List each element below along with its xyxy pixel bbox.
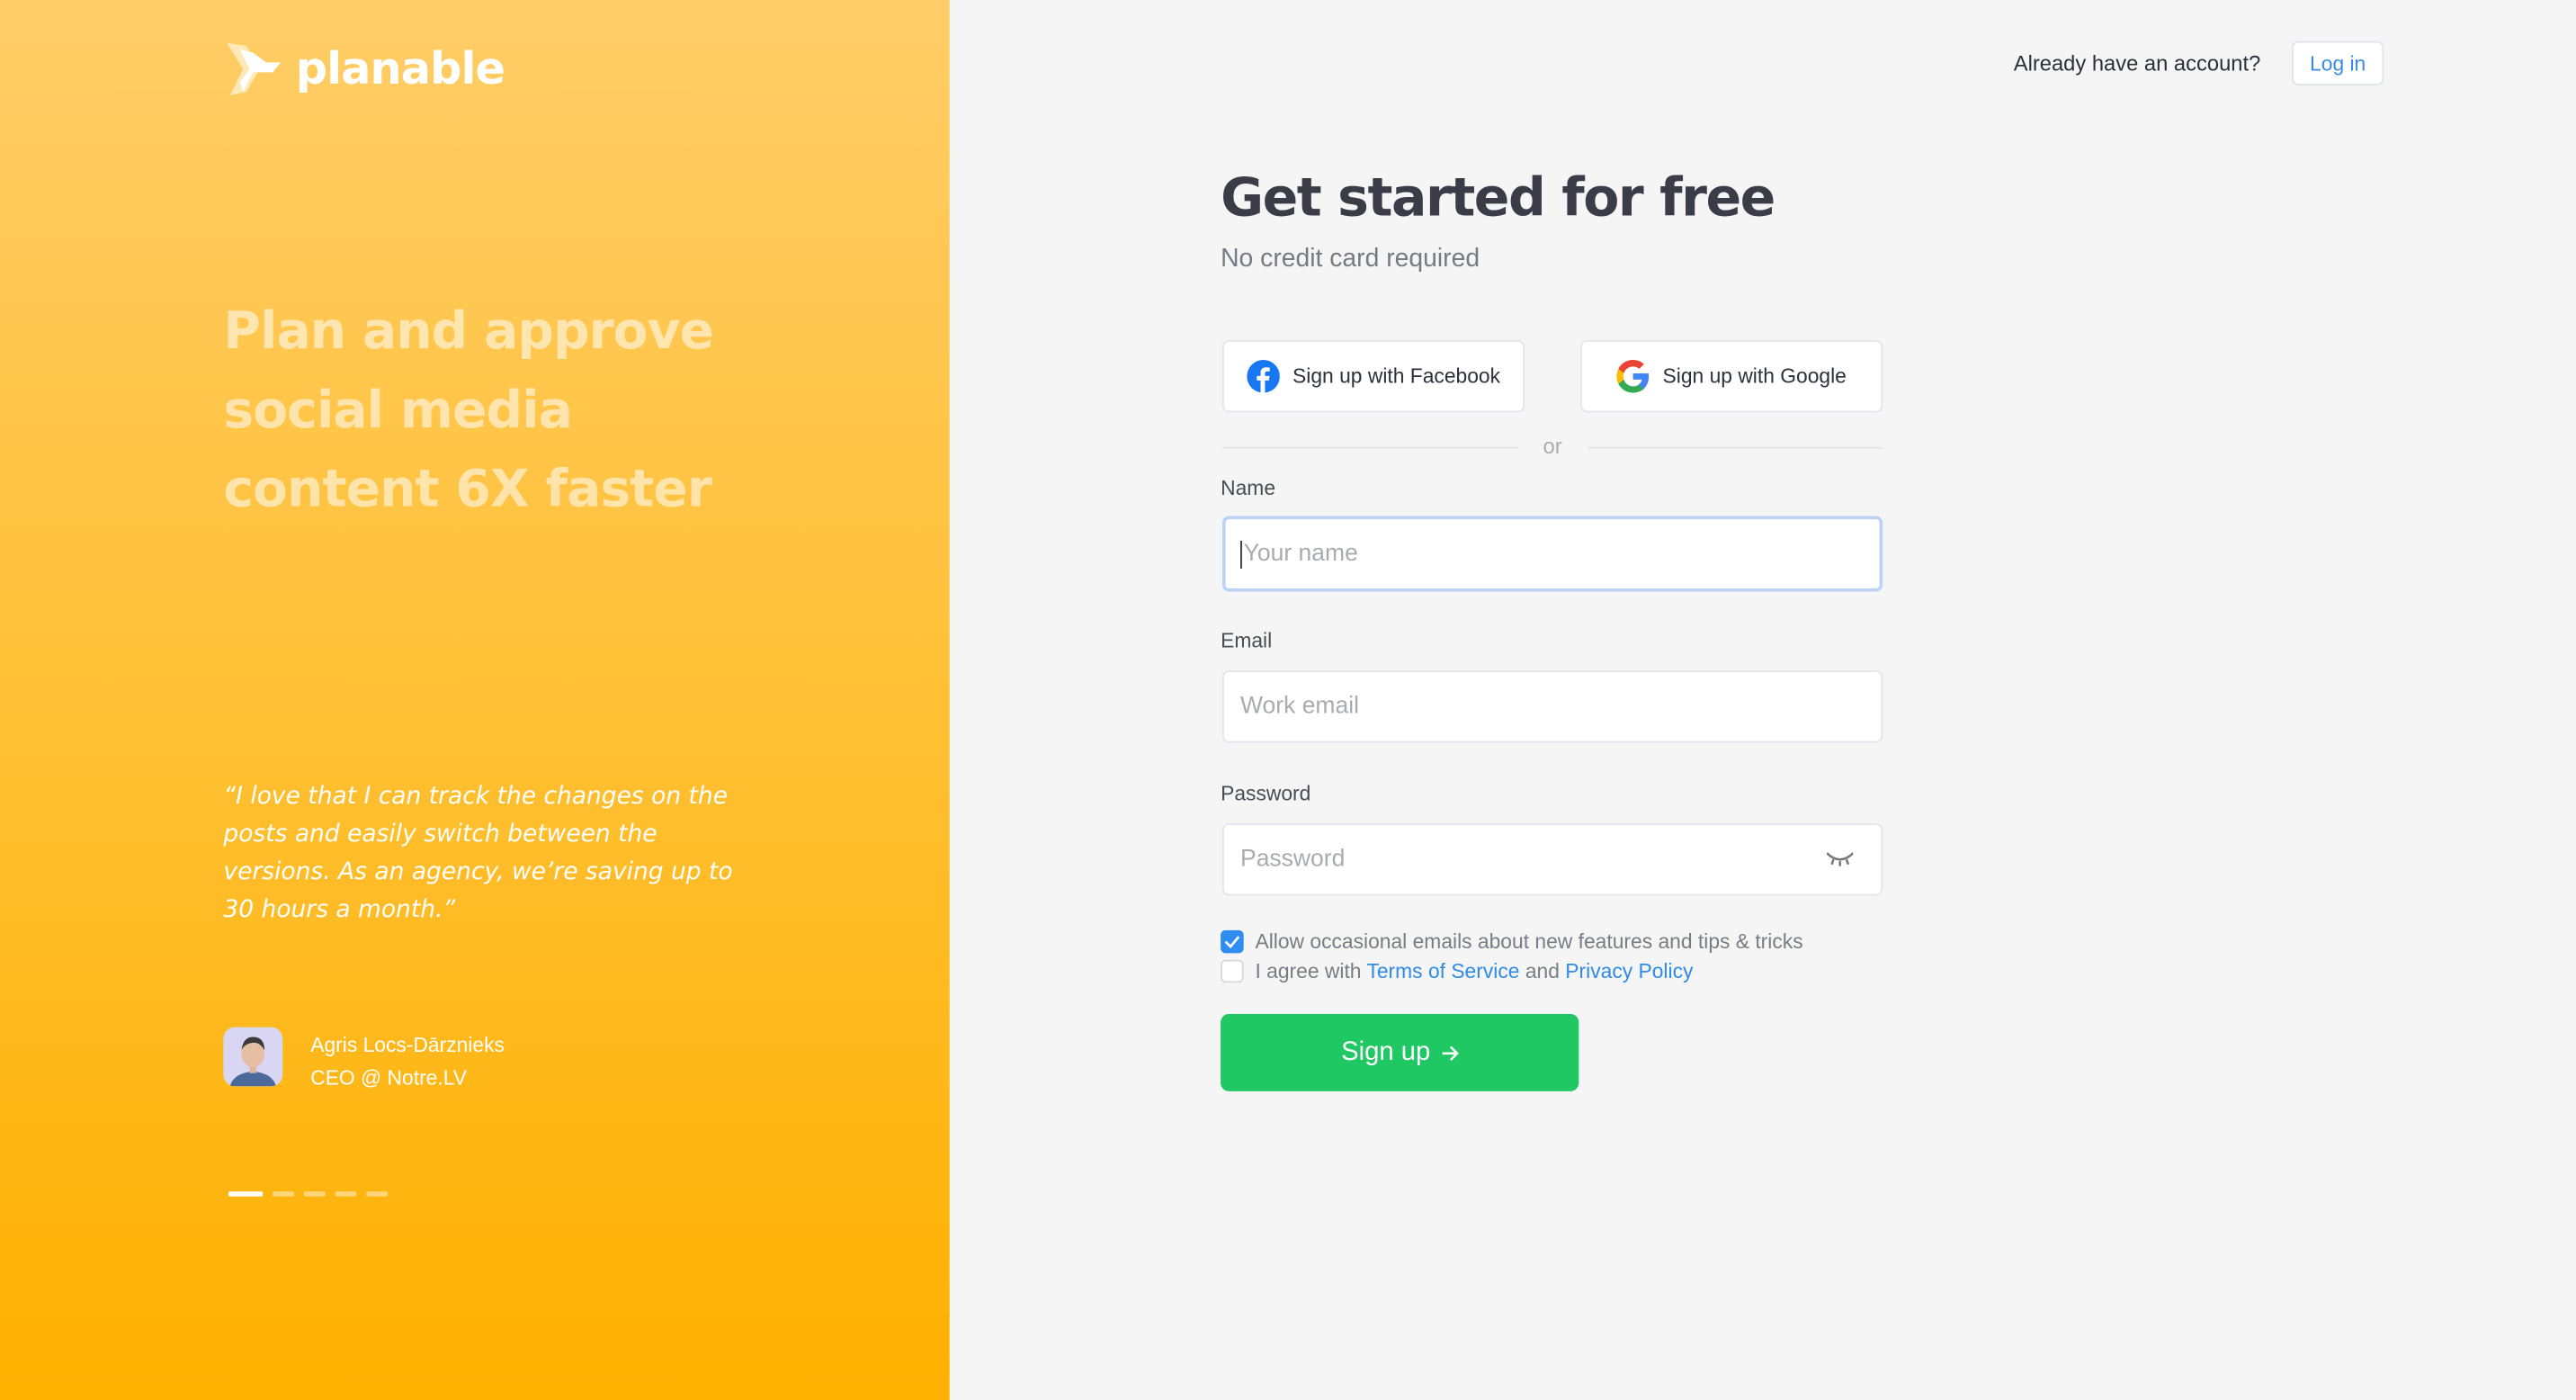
facebook-icon — [1246, 360, 1280, 393]
terms-option[interactable]: I agree with Terms of Service and Privac… — [1221, 959, 1693, 983]
check-icon — [1224, 936, 1240, 948]
email-input[interactable]: Work email — [1221, 670, 1883, 743]
arrow-right-icon — [1442, 1045, 1459, 1061]
email-placeholder: Work email — [1240, 693, 1359, 721]
name-placeholder: Your name — [1243, 540, 1358, 568]
carousel-dot[interactable] — [273, 1191, 294, 1197]
author-role: CEO @ Notre.LV — [310, 1066, 467, 1090]
carousel-indicators — [228, 1191, 389, 1197]
carousel-dot[interactable] — [366, 1191, 389, 1197]
carousel-dot[interactable] — [228, 1191, 264, 1197]
google-icon — [1616, 360, 1650, 393]
avatar — [223, 1027, 283, 1087]
text-caret — [1240, 540, 1242, 569]
author-name: Agris Locs-Dārznieks — [310, 1033, 505, 1057]
newsletter-checkbox[interactable] — [1221, 929, 1244, 954]
name-label: Name — [1221, 476, 1276, 500]
newsletter-option[interactable]: Allow occasional emails about new featur… — [1221, 929, 1803, 954]
terms-checkbox[interactable] — [1221, 959, 1244, 983]
testimonial-quote: “I love that I can track the changes on … — [223, 784, 733, 924]
google-signup-label: Sign up with Google — [1662, 364, 1847, 389]
signup-label: Sign up — [1341, 1037, 1431, 1066]
facebook-signup-label: Sign up with Facebook — [1292, 364, 1501, 389]
brand-name: planable — [295, 43, 505, 95]
signup-button[interactable]: Sign up — [1221, 1013, 1579, 1091]
already-account-text: Already have an account? — [2013, 50, 2261, 76]
password-label: Password — [1221, 782, 1311, 805]
newsletter-label: Allow occasional emails about new featur… — [1255, 929, 1803, 954]
promo-headline: Plan and approve social media content 6X… — [223, 302, 714, 520]
facebook-signup-button[interactable]: Sign up with Facebook — [1221, 340, 1525, 413]
page-subtitle: No credit card required — [1221, 245, 1480, 274]
terms-and: and — [1525, 959, 1560, 983]
name-input[interactable]: Your name — [1221, 516, 1883, 592]
planable-logo-icon — [227, 42, 282, 95]
carousel-dot[interactable] — [303, 1191, 326, 1197]
divider — [1587, 446, 1883, 449]
brand-logo[interactable]: planable — [223, 40, 505, 99]
login-button[interactable]: Log in — [2292, 40, 2384, 85]
password-input[interactable]: Password — [1221, 823, 1883, 896]
terms-label: I agree with Terms of Service and Privac… — [1255, 960, 1693, 983]
testimonial-author: Agris Locs-Dārznieks CEO @ Notre.LV — [310, 1028, 505, 1094]
google-signup-button[interactable]: Sign up with Google — [1580, 340, 1883, 413]
divider — [1221, 446, 1518, 449]
password-placeholder: Password — [1240, 846, 1346, 873]
page-title: Get started for free — [1221, 166, 1775, 229]
carousel-dot[interactable] — [335, 1191, 357, 1197]
eye-closed-icon[interactable] — [1827, 851, 1854, 867]
terms-of-service-link[interactable]: Terms of Service — [1366, 960, 1519, 983]
promo-panel: planable Plan and approve social media c… — [0, 0, 950, 1400]
divider-or: or — [1543, 434, 1562, 459]
privacy-policy-link[interactable]: Privacy Policy — [1565, 960, 1693, 983]
email-label: Email — [1221, 629, 1273, 653]
terms-prefix: I agree with — [1255, 959, 1362, 983]
